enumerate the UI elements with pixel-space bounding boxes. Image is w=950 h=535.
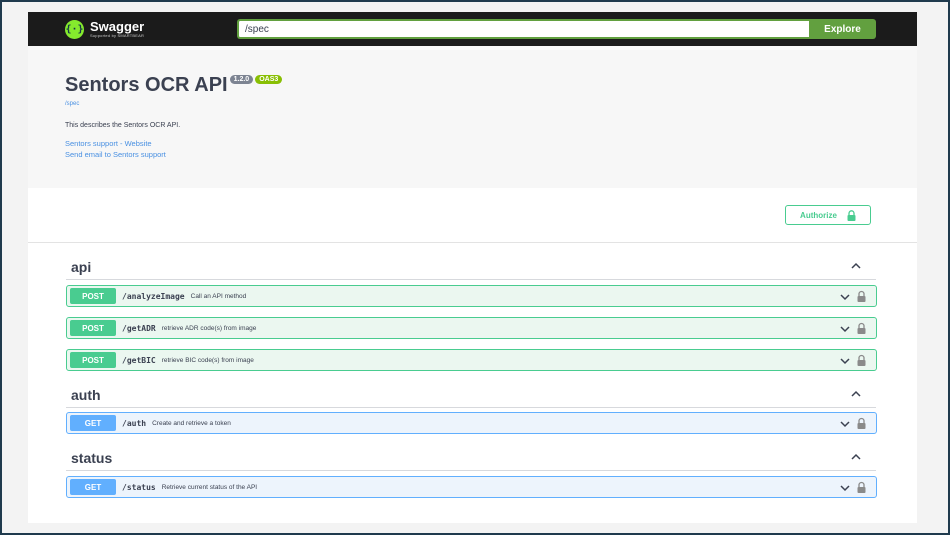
chevron-down-icon[interactable]	[839, 482, 851, 494]
title-row: Sentors OCR API 1.2.0 OAS3	[65, 74, 283, 97]
operation-post-getBIC[interactable]: POST /getBIC retrieve BIC code(s) from i…	[66, 349, 877, 371]
operation-path: /analyzeImage	[122, 291, 185, 301]
lock-icon[interactable]	[857, 354, 866, 366]
logo-text: Swagger Supported by SMARTBEAR	[90, 20, 144, 38]
swagger-logo-icon: {·}	[65, 19, 84, 39]
method-badge: POST	[70, 352, 116, 368]
chevron-up-icon	[851, 390, 861, 397]
tag-name: auth	[71, 387, 101, 403]
method-badge: POST	[70, 288, 116, 304]
info-section: Sentors OCR API 1.2.0 OAS3 /spec This de…	[28, 46, 917, 188]
chevron-up-icon	[851, 453, 861, 460]
oas-badge: OAS3	[255, 75, 283, 84]
chevron-down-icon[interactable]	[839, 418, 851, 430]
tag-name: api	[71, 259, 92, 275]
operation-summary: Create and retrieve a token	[152, 419, 231, 427]
operation-path: /auth	[122, 418, 147, 428]
operation-get-auth[interactable]: GET /auth Create and retrieve a token	[66, 412, 877, 434]
support-website-link[interactable]: Sentors support - Website	[65, 139, 152, 148]
lock-icon[interactable]	[857, 481, 866, 493]
operation-summary: Retrieve current status of the API	[161, 483, 258, 491]
tag-header-api[interactable]: api	[66, 254, 876, 280]
lock-icon[interactable]	[857, 290, 866, 302]
operation-path: /status	[122, 482, 156, 492]
operation-post-getADR[interactable]: POST /getADR retrieve ADR code(s) from i…	[66, 317, 877, 339]
lock-icon[interactable]	[857, 322, 866, 334]
topbar: {·} Swagger Supported by SMARTBEAR Explo…	[28, 12, 917, 46]
operation-path: /getADR	[122, 323, 156, 333]
support-email-link[interactable]: Send email to Sentors support	[65, 150, 166, 159]
lock-icon	[847, 209, 856, 221]
chevron-down-icon[interactable]	[839, 291, 851, 303]
chevron-down-icon[interactable]	[839, 323, 851, 335]
page-title: Sentors OCR API	[65, 74, 228, 96]
authorize-label: Authorize	[800, 210, 837, 220]
tag-header-status[interactable]: status	[66, 445, 876, 471]
swagger-page: {·} Swagger Supported by SMARTBEAR Explo…	[28, 12, 917, 523]
operation-post-analyzeImage[interactable]: POST /analyzeImage Call an API method	[66, 285, 877, 307]
explore-button[interactable]: Explore	[809, 19, 876, 39]
logo-sub: Supported by SMARTBEAR	[90, 33, 145, 38]
authorize-button[interactable]: Authorize	[785, 205, 871, 225]
tag-header-auth[interactable]: auth	[66, 382, 876, 408]
swagger-logo[interactable]: {·} Swagger Supported by SMARTBEAR	[65, 19, 144, 39]
chevron-up-icon	[851, 262, 861, 269]
lock-icon[interactable]	[857, 417, 866, 429]
method-badge: POST	[70, 320, 116, 336]
operation-path: /getBIC	[122, 355, 156, 365]
method-badge: GET	[70, 479, 116, 495]
api-description: This describes the Sentors OCR API.	[65, 122, 181, 129]
operation-get-status[interactable]: GET /status Retrieve current status of t…	[66, 476, 877, 498]
operation-summary: retrieve BIC code(s) from image	[161, 356, 254, 364]
operation-summary: Call an API method	[190, 292, 247, 300]
version-badge: 1.2.0	[229, 75, 254, 84]
logo-name: Swagger	[90, 19, 145, 34]
spec-link[interactable]: /spec	[65, 101, 79, 107]
chevron-down-icon[interactable]	[839, 355, 851, 367]
operation-summary: retrieve ADR code(s) from image	[161, 324, 257, 332]
tag-name: status	[71, 450, 113, 466]
divider	[28, 242, 917, 243]
method-badge: GET	[70, 415, 116, 431]
spec-url-input[interactable]	[237, 19, 809, 39]
